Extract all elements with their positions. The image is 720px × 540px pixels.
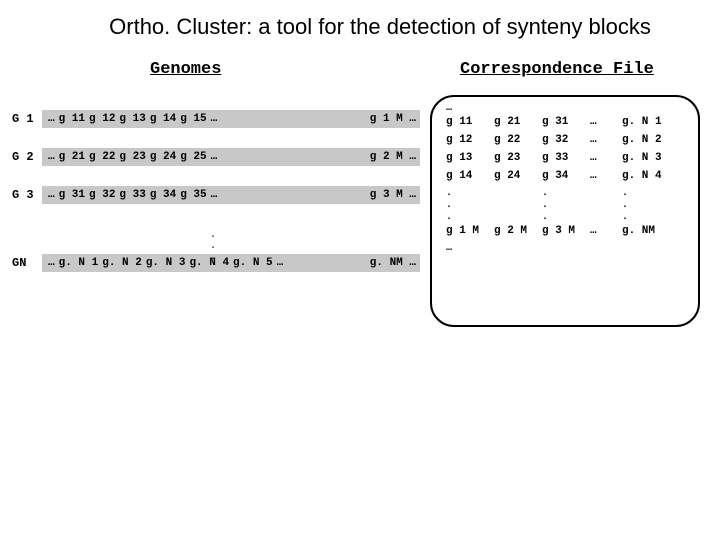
slide-title: Ortho. Cluster: a tool for the detection… [0,14,720,40]
corr-cell: g 31 [542,116,590,128]
gene: g 14 [150,113,176,125]
genome-label: GN [12,256,42,270]
gene: g. N 2 [102,257,142,269]
corr-cell: g 11 [446,116,494,128]
gene: g 15 [180,113,206,125]
gene: g 11 [59,113,85,125]
gene: g 13 [119,113,145,125]
gene: g 31 [59,189,85,201]
ellipsis: … [211,113,218,125]
corr-cell: g 14 [446,170,494,182]
genome-label: G 1 [12,112,42,126]
gene-end: g 3 M … [370,189,416,201]
chromosome-bar: … g 11 g 12 g 13 g 14 g 15 … g 1 M … [42,110,420,128]
gene-end: g. NM … [370,257,416,269]
gene-end: g 2 M … [370,151,416,163]
corr-cell: … [590,134,622,146]
ellipsis: … [48,151,55,163]
gene: g 33 [119,189,145,201]
corr-cell: g 24 [494,170,542,182]
gene: g 34 [150,189,176,201]
ellipsis: … [48,257,55,269]
gene: g 24 [150,151,176,163]
chromosome-bar: … g 31 g 32 g 33 g 34 g 35 … g 3 M … [42,186,420,204]
corr-cell: … [590,116,622,128]
genome-row: G 2 … g 21 g 22 g 23 g 24 g 25 … g 2 M … [12,148,420,166]
gene: g 21 [59,151,85,163]
corr-row: g 13 g 23 g 33 … g. N 3 [446,152,688,164]
corr-cell: g. N 2 [622,134,670,146]
ellipsis: … [48,113,55,125]
chromosome-bar: … g 21 g 22 g 23 g 24 g 25 … g 2 M … [42,148,420,166]
vertical-dots: . . . [210,230,222,263]
ellipsis: … [48,189,55,201]
gene: g. N 1 [59,257,99,269]
corr-row: g 11 g 21 g 31 … g. N 1 [446,116,688,128]
gene-end: g 1 M … [370,113,416,125]
corr-cell: g 22 [494,134,542,146]
corr-cell: g. NM [622,225,670,237]
corr-cell: … [590,170,622,182]
correspondence-heading: Correspondence File [460,60,654,79]
corr-cell: g. N 1 [622,116,670,128]
corr-row: g 14 g 24 g 34 … g. N 4 [446,170,688,182]
corr-cell: … [590,152,622,164]
genome-row: G 3 … g 31 g 32 g 33 g 34 g 35 … g 3 M … [12,186,420,204]
gene: g 25 [180,151,206,163]
corr-cell: g 1 M [446,225,494,237]
corr-row: g 12 g 22 g 32 … g. N 2 [446,134,688,146]
corr-cell: g 34 [542,170,590,182]
corr-cell: g 32 [542,134,590,146]
gene: g 12 [89,113,115,125]
corr-cell: g 2 M [494,225,542,237]
corr-cell: … [590,225,622,237]
gene: g 35 [180,189,206,201]
genome-label: G 3 [12,188,42,202]
corr-cell: g 21 [494,116,542,128]
genomes-block: G 1 … g 11 g 12 g 13 g 14 g 15 … g 1 M …… [12,110,420,292]
genomes-heading: Genomes [150,60,221,79]
ellipsis: … [211,151,218,163]
gene: g. N 3 [146,257,186,269]
correspondence-file: … g 11 g 21 g 31 … g. N 1 g 12 g 22 g 32… [430,95,700,327]
gene: g 22 [89,151,115,163]
corr-cell: g. N 4 [622,170,670,182]
corr-cell: g 23 [494,152,542,164]
corr-cell: g 12 [446,134,494,146]
corr-cell: g. N 3 [622,152,670,164]
genome-label: G 2 [12,150,42,164]
gene: g 23 [119,151,145,163]
genome-row: G 1 … g 11 g 12 g 13 g 14 g 15 … g 1 M … [12,110,420,128]
gene: g 32 [89,189,115,201]
gene: g. N 5 [233,257,273,269]
ellipsis: … [446,243,688,254]
chromosome-bar: … g. N 1 g. N 2 g. N 3 g. N 4 g. N 5 … g… [42,254,420,272]
corr-cell: g 3 M [542,225,590,237]
corr-cell: g 33 [542,152,590,164]
ellipsis: … [277,257,284,269]
corr-row: g 1 M g 2 M g 3 M … g. NM [446,225,688,237]
ellipsis: … [211,189,218,201]
ellipsis: … [446,103,688,114]
corr-dots: ... ... ... [446,188,688,223]
corr-cell: g 13 [446,152,494,164]
